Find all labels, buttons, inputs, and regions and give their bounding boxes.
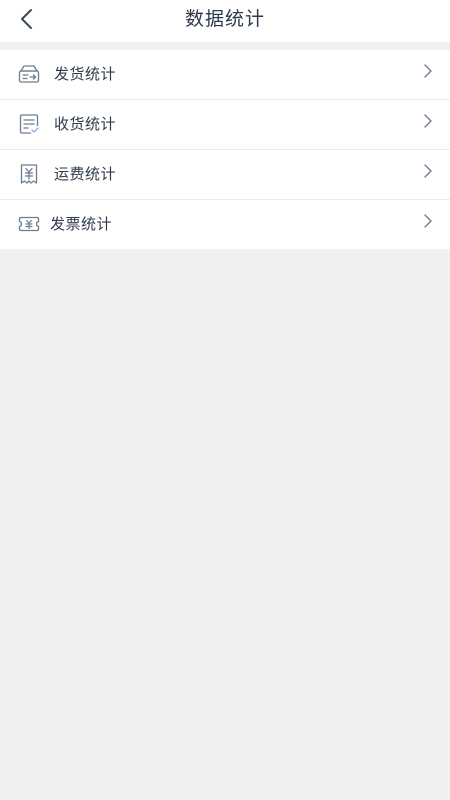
menu-item-label: 收货统计: [54, 115, 117, 133]
chevron-right-icon: [424, 114, 432, 128]
menu-item-shipment-stats[interactable]: 发货统计: [0, 50, 450, 100]
chevron-right-icon: [424, 64, 432, 78]
chevron-right-icon: [424, 164, 432, 178]
page-title: 数据统计: [184, 8, 265, 30]
app-header: 数据统计: [0, 0, 450, 42]
menu-item-label: 发货统计: [54, 65, 117, 83]
statistics-menu: 发货统计 收货统计 运费统计 发票统计: [0, 50, 450, 249]
menu-item-freight-stats[interactable]: 运费统计: [0, 150, 450, 200]
chevron-right-icon: [424, 214, 432, 228]
shipment-out-icon: [18, 65, 40, 83]
freight-yuan-icon: [20, 164, 38, 184]
menu-item-invoice-stats[interactable]: 发票统计: [0, 200, 450, 249]
menu-item-receipt-stats[interactable]: 收货统计: [0, 100, 450, 150]
receipt-check-icon: [19, 114, 39, 134]
menu-item-label: 运费统计: [54, 165, 117, 183]
menu-item-label: 发票统计: [50, 215, 113, 233]
invoice-icon: [18, 216, 40, 232]
